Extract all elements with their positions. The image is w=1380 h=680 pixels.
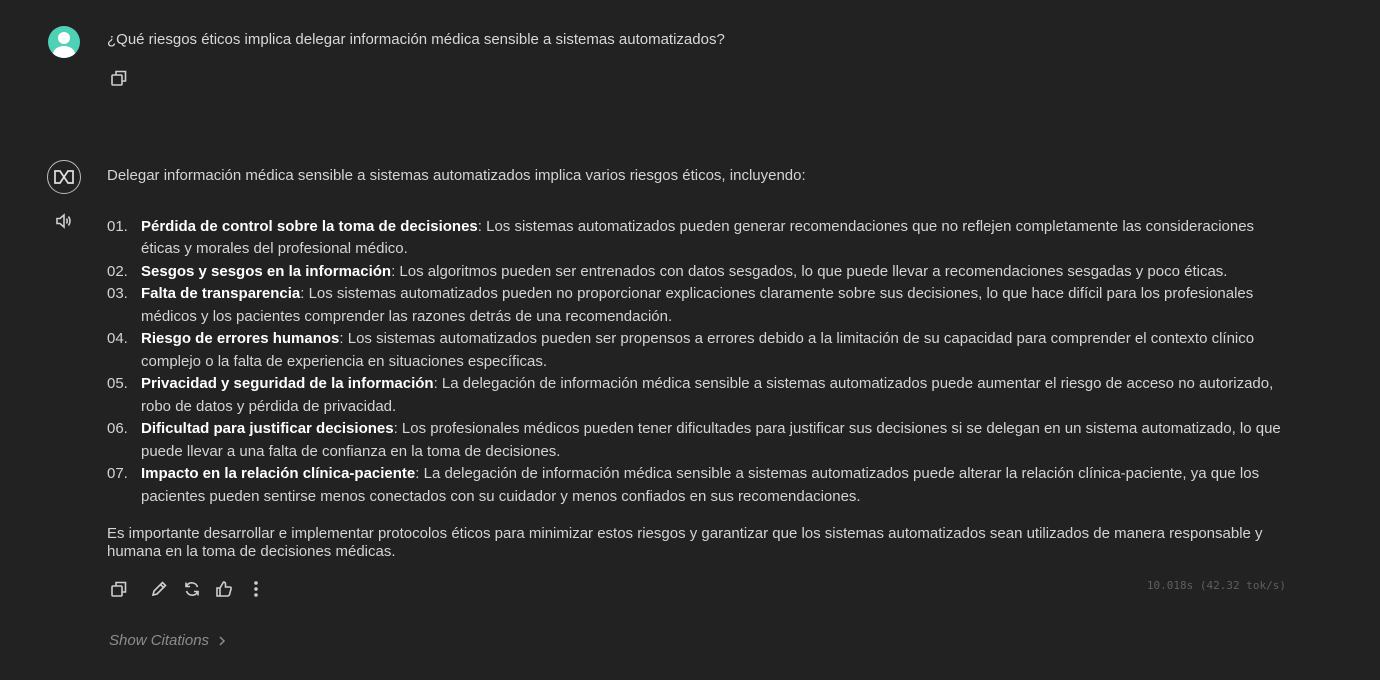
user-copy-button[interactable] xyxy=(109,68,129,88)
risk-item-number: 04. xyxy=(107,330,128,347)
regenerate-button[interactable] xyxy=(182,579,202,599)
more-vertical-icon xyxy=(254,581,258,597)
risk-item-title: Impacto en la relación clínica-paciente xyxy=(141,465,416,482)
risk-item-body: Falta de transparencia: Los sistemas aut… xyxy=(141,283,1287,328)
risk-item-body: Riesgo de errores humanos: Los sistemas … xyxy=(141,328,1287,373)
copy-button[interactable] xyxy=(109,579,129,599)
risk-item-body: Sesgos y sesgos en la información: Los a… xyxy=(141,261,1287,284)
risk-item-body: Impacto en la relación clínica-paciente:… xyxy=(141,463,1287,508)
chevron-right-icon xyxy=(219,635,226,646)
chat-page: ¿Qué riesgos éticos implica delegar info… xyxy=(0,0,1380,680)
risk-item-title: Privacidad y seguridad de la información xyxy=(141,375,434,392)
risk-item-number: 03. xyxy=(107,285,128,302)
answer-conclusion: Es importante desarrollar e implementar … xyxy=(107,525,1263,560)
risk-item-body: Pérdida de control sobre la toma de deci… xyxy=(141,216,1287,261)
risk-item-number: 06. xyxy=(107,420,128,437)
risk-item-title: Dificultad para justificar decisiones xyxy=(141,420,394,437)
assistant-message: Delegar información médica sensible a si… xyxy=(107,165,1287,561)
risk-item-text: : Los algoritmos pueden ser entrenados c… xyxy=(391,262,1228,280)
risk-list-item: 01. Pérdida de control sobre la toma de d… xyxy=(107,216,1287,261)
speaker-icon xyxy=(56,213,71,229)
risk-list-item: 02. Sesgos y sesgos en la información: Lo… xyxy=(107,261,1287,284)
risk-item-body: Privacidad y seguridad de la información… xyxy=(141,373,1287,418)
risk-list-item: 06. Dificultad para justificar decisiones… xyxy=(107,418,1287,463)
risk-list-item: 07. Impacto en la relación clínica-pacien… xyxy=(107,463,1287,508)
risk-item-number: 05. xyxy=(107,375,128,392)
pencil-icon xyxy=(151,581,167,597)
risk-item-title: Sesgos y sesgos en la información xyxy=(141,262,392,280)
show-citations-link[interactable]: Show Citations xyxy=(109,632,227,649)
risk-list-item: 05. Privacidad y seguridad de la informac… xyxy=(107,373,1287,418)
risk-item-title: Riesgo de errores humanos xyxy=(141,330,340,347)
like-button[interactable] xyxy=(214,579,234,599)
risk-list-item: 04. Riesgo de errores humanos: Los sistem… xyxy=(107,328,1287,373)
read-aloud-button[interactable] xyxy=(54,211,74,231)
risk-list: 01. Pérdida de control sobre la toma de d… xyxy=(107,216,1287,509)
avatar-head-shape xyxy=(58,32,70,44)
risk-item-title: Pérdida de control sobre la toma de deci… xyxy=(141,217,478,235)
assistant-logo-icon xyxy=(54,170,74,184)
copy-icon xyxy=(111,70,127,86)
risk-item-text: : Los sistemas automatizados pueden no p… xyxy=(141,285,1254,325)
user-message-text: ¿Qué riesgos éticos implica delegar info… xyxy=(107,31,725,48)
risk-list-item: 03. Falta de transparencia: Los sistemas … xyxy=(107,283,1287,328)
copy-icon xyxy=(111,581,127,597)
edit-button[interactable] xyxy=(149,579,169,599)
generation-metrics: 10.018s (42.32 tok/s) xyxy=(1146,579,1286,592)
show-citations-label: Show Citations xyxy=(109,632,210,649)
more-options-button[interactable] xyxy=(246,579,266,599)
avatar-body-shape xyxy=(53,46,75,58)
risk-item-body: Dificultad para justificar decisiones: L… xyxy=(141,418,1287,463)
risk-item-number: 01. xyxy=(107,217,128,235)
risk-item-number: 02. xyxy=(107,262,128,280)
answer-intro: Delegar información médica sensible a si… xyxy=(107,167,806,184)
risk-item-title: Falta de transparencia xyxy=(141,285,301,302)
thumbs-up-icon xyxy=(216,581,232,597)
risk-item-number: 07. xyxy=(107,465,128,482)
user-avatar xyxy=(48,26,80,58)
assistant-avatar xyxy=(47,160,81,194)
refresh-icon xyxy=(185,582,199,596)
